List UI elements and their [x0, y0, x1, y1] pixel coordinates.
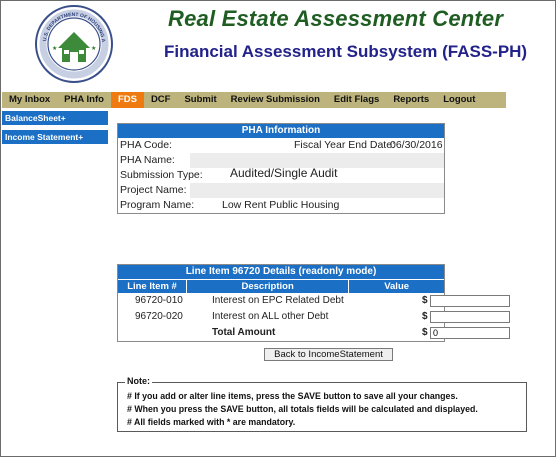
- submission-type-label: Submission Type:: [120, 169, 203, 181]
- currency-symbol: $: [422, 295, 428, 306]
- main-nav-bar: My Inbox PHA Info FDS DCF Submit Review …: [2, 92, 506, 108]
- line-item-number: 96720-010: [135, 295, 183, 306]
- nav-my-inbox[interactable]: My Inbox: [2, 92, 57, 108]
- line-item-number: 96720-020: [135, 311, 183, 322]
- project-name-shade: [190, 183, 444, 198]
- note-box: Note: # If you add or alter line items, …: [117, 376, 527, 432]
- sidebar-item-balance-sheet[interactable]: BalanceSheet+: [2, 111, 108, 126]
- pha-information-panel: PHA Information PHA Code: Fiscal Year En…: [117, 123, 445, 214]
- project-name-row: Project Name:: [118, 183, 444, 198]
- line-item-column-headers: Line Item # Description Value: [118, 279, 444, 293]
- nav-logout[interactable]: Logout: [436, 92, 482, 108]
- pha-name-label: PHA Name:: [120, 154, 175, 166]
- line-item-description: Interest on ALL other Debt: [212, 311, 329, 322]
- column-description: Description: [187, 280, 350, 293]
- fiscal-year-end-label: Fiscal Year End Date:: [294, 139, 395, 151]
- line-item-value-input[interactable]: [430, 311, 510, 323]
- program-name-label: Program Name:: [120, 199, 195, 211]
- column-line-item-number: Line Item #: [118, 280, 188, 293]
- svg-text:★: ★: [91, 45, 96, 52]
- nav-edit-flags[interactable]: Edit Flags: [327, 92, 386, 108]
- nav-review-submission[interactable]: Review Submission: [224, 92, 327, 108]
- program-name-row: Program Name: Low Rent Public Housing: [118, 198, 444, 213]
- hud-seal-logo: ★ ★ U.S. DEPARTMENT OF HOUSING AND URBAN…: [34, 4, 113, 83]
- total-amount-label: Total Amount: [212, 327, 276, 338]
- line-item-description: Interest on EPC Related Debt: [212, 295, 344, 306]
- note-title: Note:: [125, 376, 152, 386]
- project-name-label: Project Name:: [120, 184, 187, 196]
- svg-text:★: ★: [52, 45, 57, 52]
- program-name-value: Low Rent Public Housing: [222, 199, 340, 211]
- note-line: # When you press the SAVE button, all to…: [127, 404, 478, 414]
- note-line: # All fields marked with * are mandatory…: [127, 417, 296, 427]
- sidebar-item-income-statement[interactable]: Income Statement+: [2, 130, 108, 145]
- total-amount-row: Total Amount $: [118, 325, 510, 341]
- line-item-value-input[interactable]: [430, 295, 510, 307]
- fiscal-year-end-value: 06/30/2016: [390, 139, 443, 151]
- app-subtitle: Financial Assessment Subsystem (FASS-PH): [164, 42, 528, 61]
- currency-symbol: $: [422, 327, 428, 338]
- total-amount-input[interactable]: [430, 327, 510, 339]
- note-line: # If you add or alter line items, press …: [127, 391, 458, 401]
- pha-code-row: PHA Code: Fiscal Year End Date: 06/30/20…: [118, 138, 444, 153]
- back-to-income-statement-button[interactable]: Back to IncomeStatement: [264, 348, 393, 361]
- pha-information-header: PHA Information: [118, 124, 444, 138]
- submission-type-row: Submission Type: Audited/Single Audit: [118, 166, 444, 183]
- app-title: Real Estate Assessment Center: [168, 6, 504, 31]
- currency-symbol: $: [422, 311, 428, 322]
- nav-submit[interactable]: Submit: [177, 92, 223, 108]
- nav-pha-info[interactable]: PHA Info: [57, 92, 111, 108]
- nav-reports[interactable]: Reports: [386, 92, 436, 108]
- table-row: 96720-020 Interest on ALL other Debt $: [118, 309, 510, 325]
- pha-code-label: PHA Code:: [120, 139, 172, 151]
- nav-dcf[interactable]: DCF: [144, 92, 178, 108]
- line-item-details-table: Line Item 96720 Details (readonly mode) …: [117, 264, 510, 342]
- line-item-details-header: Line Item 96720 Details (readonly mode): [118, 265, 444, 279]
- column-value: Value: [349, 280, 444, 293]
- table-row: 96720-010 Interest on EPC Related Debt $: [118, 293, 510, 309]
- nav-fds[interactable]: FDS: [110, 92, 144, 108]
- submission-type-value: Audited/Single Audit: [230, 166, 338, 180]
